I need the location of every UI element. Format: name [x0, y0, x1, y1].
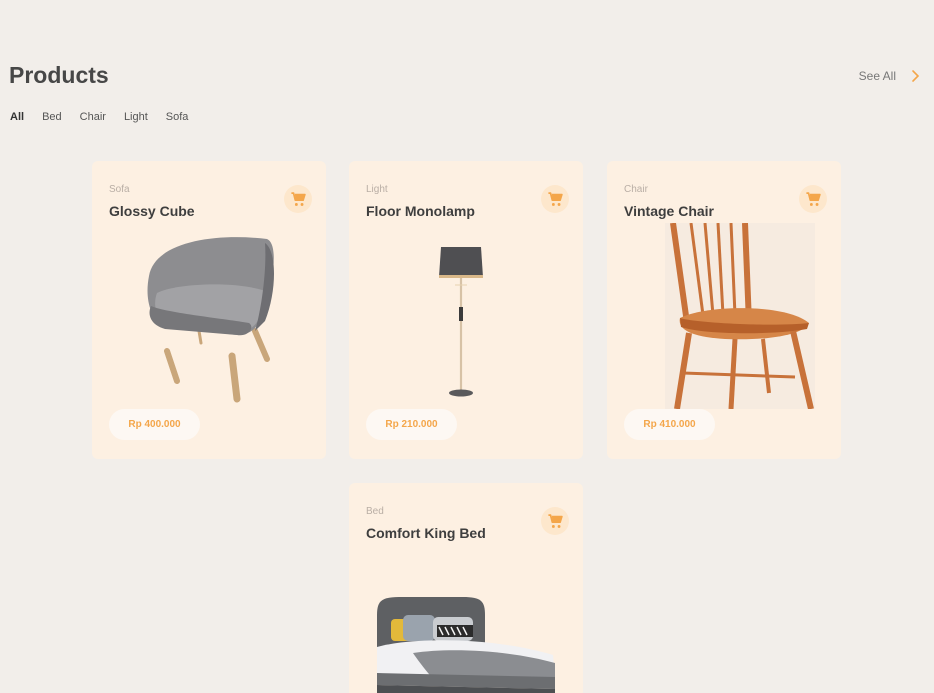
- add-to-cart-button[interactable]: [799, 185, 827, 213]
- product-name: Vintage Chair: [624, 203, 714, 219]
- product-category: Chair: [624, 184, 648, 195]
- product-name: Floor Monolamp: [366, 203, 475, 219]
- armchair-image: [147, 237, 274, 403]
- add-to-cart-button[interactable]: [541, 185, 569, 213]
- product-price: Rp 410.000: [624, 409, 715, 440]
- filter-all[interactable]: All: [10, 111, 24, 123]
- filter-light[interactable]: Light: [124, 111, 148, 123]
- product-card[interactable]: Bed Comfort King Bed: [349, 483, 583, 693]
- product-category: Light: [366, 184, 388, 195]
- add-to-cart-button[interactable]: [284, 185, 312, 213]
- see-all-label: See All: [858, 68, 896, 83]
- products-header: Products See All: [9, 62, 920, 89]
- cart-icon: [547, 513, 563, 528]
- product-card[interactable]: Sofa Glossy Cube Rp 400.000: [92, 161, 326, 459]
- product-price: Rp 210.000: [366, 409, 457, 440]
- add-to-cart-button[interactable]: [541, 507, 569, 535]
- filter-bed[interactable]: Bed: [42, 111, 62, 123]
- products-page: Products See All All Bed Chair Light Sof…: [0, 0, 934, 693]
- floor-lamp-image: [439, 247, 483, 397]
- see-all-link[interactable]: See All: [859, 69, 920, 83]
- product-category: Sofa: [109, 184, 130, 195]
- page-title: Products: [9, 62, 109, 88]
- product-card[interactable]: Light Floor Monolamp Rp 210.000: [349, 161, 583, 459]
- cart-icon: [805, 191, 821, 206]
- product-name: Glossy Cube: [109, 203, 195, 219]
- cart-icon: [547, 191, 563, 206]
- product-name: Comfort King Bed: [366, 525, 486, 541]
- product-price: Rp 400.000: [109, 409, 200, 440]
- product-card[interactable]: Chair Vintage Chair Rp 410.000: [607, 161, 841, 459]
- cart-icon: [290, 191, 306, 206]
- filter-sofa[interactable]: Sofa: [166, 111, 189, 123]
- filter-chair[interactable]: Chair: [80, 111, 106, 123]
- product-category: Bed: [366, 506, 384, 517]
- chevron-right-icon: [912, 69, 920, 82]
- wooden-chair-image: [665, 223, 815, 409]
- king-bed-image: [377, 597, 555, 693]
- category-filter-tabs: All Bed Chair Light Sofa: [10, 111, 206, 123]
